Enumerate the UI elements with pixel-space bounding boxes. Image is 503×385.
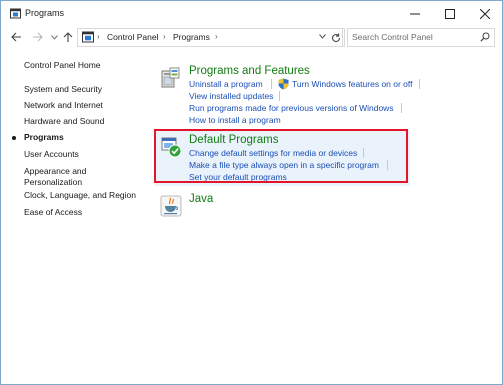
forward-button[interactable]: [30, 29, 44, 45]
search-input[interactable]: [352, 30, 472, 44]
address-bar[interactable]: › Control Panel › Programs ›: [77, 28, 343, 47]
maximize-button[interactable]: [433, 1, 467, 26]
java-icon: [160, 195, 182, 217]
back-button[interactable]: [9, 29, 23, 45]
programs-window-icon: [10, 8, 21, 19]
search-icon: [480, 32, 490, 42]
control-panel-window: Programs › Control Panel › Programs › Se…: [0, 0, 503, 385]
sidebar-item-user-accounts[interactable]: User Accounts: [24, 149, 79, 160]
sidebar-item-hardware-sound[interactable]: Hardware and Sound: [24, 116, 104, 127]
uninstall-program-link[interactable]: Uninstall a program: [189, 79, 263, 90]
windows-features-link[interactable]: Turn Windows features on or off: [292, 79, 412, 90]
minimize-button[interactable]: [398, 1, 432, 26]
category-java: Java: [157, 193, 487, 219]
up-arrow-icon: [63, 31, 73, 42]
run-old-programs-link[interactable]: Run programs made for previous versions …: [189, 103, 394, 114]
maximize-icon: [445, 8, 455, 19]
breadcrumb-programs[interactable]: Programs: [173, 32, 210, 42]
current-page-bullet: [12, 136, 16, 140]
control-panel-icon: [82, 31, 94, 43]
title-bar[interactable]: Programs: [1, 1, 502, 26]
programs-features-icon: [161, 67, 180, 88]
sidebar-item-appearance[interactable]: Appearance and: [24, 166, 86, 177]
refresh-icon: [331, 33, 340, 42]
chevron-down-icon: [50, 34, 58, 40]
link-separator: [419, 79, 420, 89]
link-separator: [401, 103, 402, 113]
breadcrumb-separator-icon: ›: [163, 32, 166, 41]
chevron-down-icon: [318, 34, 326, 39]
java-title[interactable]: Java: [189, 193, 213, 205]
search-box[interactable]: [347, 28, 495, 47]
sidebar-item-clock-language-region[interactable]: Clock, Language, and Region: [24, 190, 136, 201]
sidebar-item-network-internet[interactable]: Network and Internet: [24, 100, 103, 111]
sidebar-item-system-security[interactable]: System and Security: [24, 84, 102, 95]
red-annotation-box: [154, 129, 408, 183]
recent-locations-button[interactable]: [47, 29, 61, 45]
how-to-install-link[interactable]: How to install a program: [189, 115, 281, 126]
breadcrumb-control-panel[interactable]: Control Panel: [107, 32, 159, 42]
sidebar-item-control-panel-home[interactable]: Control Panel Home: [24, 60, 101, 71]
navigation-bar: › Control Panel › Programs ›: [1, 26, 502, 48]
up-button[interactable]: [61, 29, 75, 45]
sidebar-item-ease-of-access[interactable]: Ease of Access: [24, 207, 82, 218]
sidebar-item-programs[interactable]: Programs: [24, 132, 64, 143]
close-button[interactable]: [468, 1, 502, 26]
minimize-icon: [410, 13, 420, 14]
uac-shield-icon: [278, 78, 289, 90]
back-arrow-icon: [10, 32, 21, 42]
close-icon: [480, 8, 490, 19]
link-separator: [271, 79, 272, 89]
forward-arrow-icon: [32, 32, 43, 42]
breadcrumb-separator-icon: ›: [97, 32, 100, 41]
programs-features-title[interactable]: Programs and Features: [189, 65, 310, 77]
window-title: Programs: [25, 8, 65, 18]
refresh-button[interactable]: [327, 28, 345, 47]
view-installed-updates-link[interactable]: View installed updates: [189, 91, 273, 102]
sidebar-item-personalization[interactable]: Personalization: [24, 177, 82, 188]
breadcrumb-separator-icon: ›: [215, 32, 218, 41]
link-separator: [279, 91, 280, 101]
